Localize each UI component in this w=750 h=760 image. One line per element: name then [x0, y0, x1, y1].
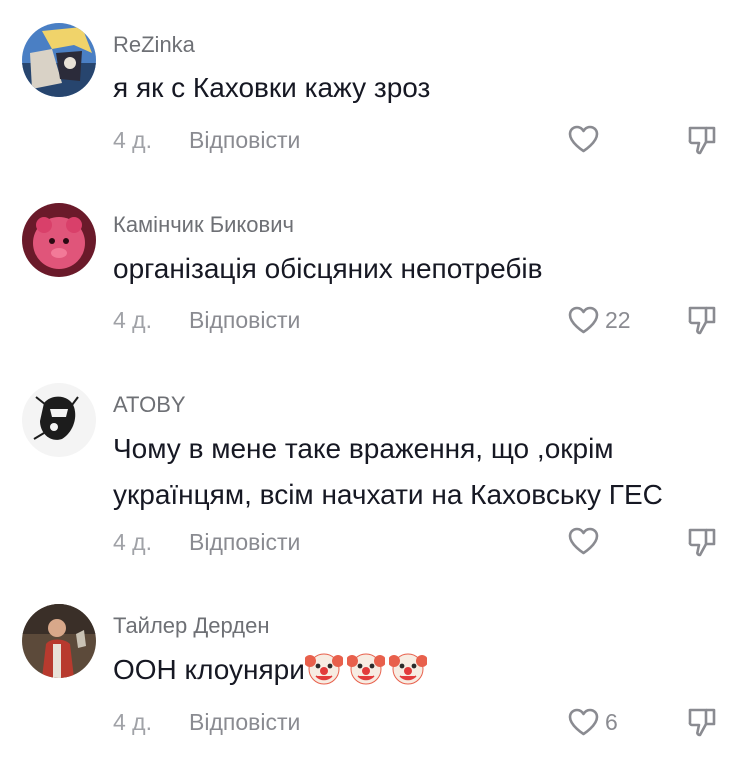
avatar-image	[22, 604, 96, 678]
heart-outline-icon	[568, 527, 599, 555]
like-count: 6	[605, 708, 618, 735]
avatar-image	[22, 203, 96, 277]
comment-username[interactable]: Тайлер Дерден	[113, 613, 269, 639]
reply-button[interactable]: Відповісти	[189, 126, 300, 154]
comment-time: 4 д.	[113, 127, 152, 153]
comment-text: Чому в мене таке враження, що ,окрім укр…	[113, 426, 733, 518]
heart-outline-icon	[568, 708, 599, 736]
comment-meta: 4 д. Відповісти	[113, 306, 300, 334]
thumbs-down-outline-icon	[688, 306, 716, 335]
thumbs-down-outline-icon	[688, 528, 716, 557]
comment-text: ООН клоуняри	[113, 647, 733, 693]
avatar[interactable]	[22, 383, 96, 457]
like-button[interactable]: 6	[567, 707, 618, 737]
heart-outline-icon	[568, 125, 599, 153]
comment-meta: 4 д. Відповісти	[113, 126, 300, 154]
comment-meta: 4 д. Відповісти	[113, 708, 300, 736]
comment-time: 4 д.	[113, 307, 152, 333]
clown-face-icon	[388, 649, 427, 687]
comment-username[interactable]: ReZinka	[113, 32, 195, 58]
avatar[interactable]	[22, 604, 96, 678]
reply-button[interactable]: Відповісти	[189, 708, 300, 736]
like-button[interactable]	[567, 124, 600, 154]
comment-text-line: я як с Каховки кажу зроз	[113, 72, 431, 103]
dislike-button[interactable]	[686, 706, 718, 738]
avatar[interactable]	[22, 203, 96, 277]
dislike-button[interactable]	[686, 526, 718, 558]
comment-time: 4 д.	[113, 529, 152, 555]
comment-username[interactable]: Камінчик Бикович	[113, 212, 294, 238]
comment-text-line: Чому в мене таке враження, що ,окрім	[113, 433, 614, 464]
dislike-button[interactable]	[686, 124, 718, 156]
comment-text: організація обісцяних непотребів	[113, 246, 733, 292]
comment-time: 4 д.	[113, 709, 152, 735]
comment-username[interactable]: ATOBY	[113, 392, 186, 418]
like-button[interactable]: 22	[567, 305, 631, 335]
comment-text-line: українцям, всім начхати на Каховську ГЕС	[113, 479, 663, 510]
thumbs-down-outline-icon	[688, 708, 716, 737]
reply-button[interactable]: Відповісти	[189, 528, 300, 556]
clown-face-icon	[304, 649, 343, 687]
reply-button[interactable]: Відповісти	[189, 306, 300, 334]
clown-face-icon	[346, 649, 385, 687]
dislike-button[interactable]	[686, 304, 718, 336]
comment-text-line: ООН клоуняри	[113, 647, 733, 693]
comment-text-content: ООН клоуняри	[113, 654, 305, 685]
comment-text-line: організація обісцяних непотребів	[113, 253, 543, 284]
avatar-image	[22, 23, 96, 97]
avatar-image	[22, 383, 96, 457]
comment-meta: 4 д. Відповісти	[113, 528, 300, 556]
heart-outline-icon	[568, 306, 599, 334]
comment-text: я як с Каховки кажу зроз	[113, 65, 733, 111]
like-button[interactable]	[567, 526, 600, 556]
thumbs-down-outline-icon	[688, 126, 716, 155]
avatar[interactable]	[22, 23, 96, 97]
like-count: 22	[605, 306, 631, 333]
